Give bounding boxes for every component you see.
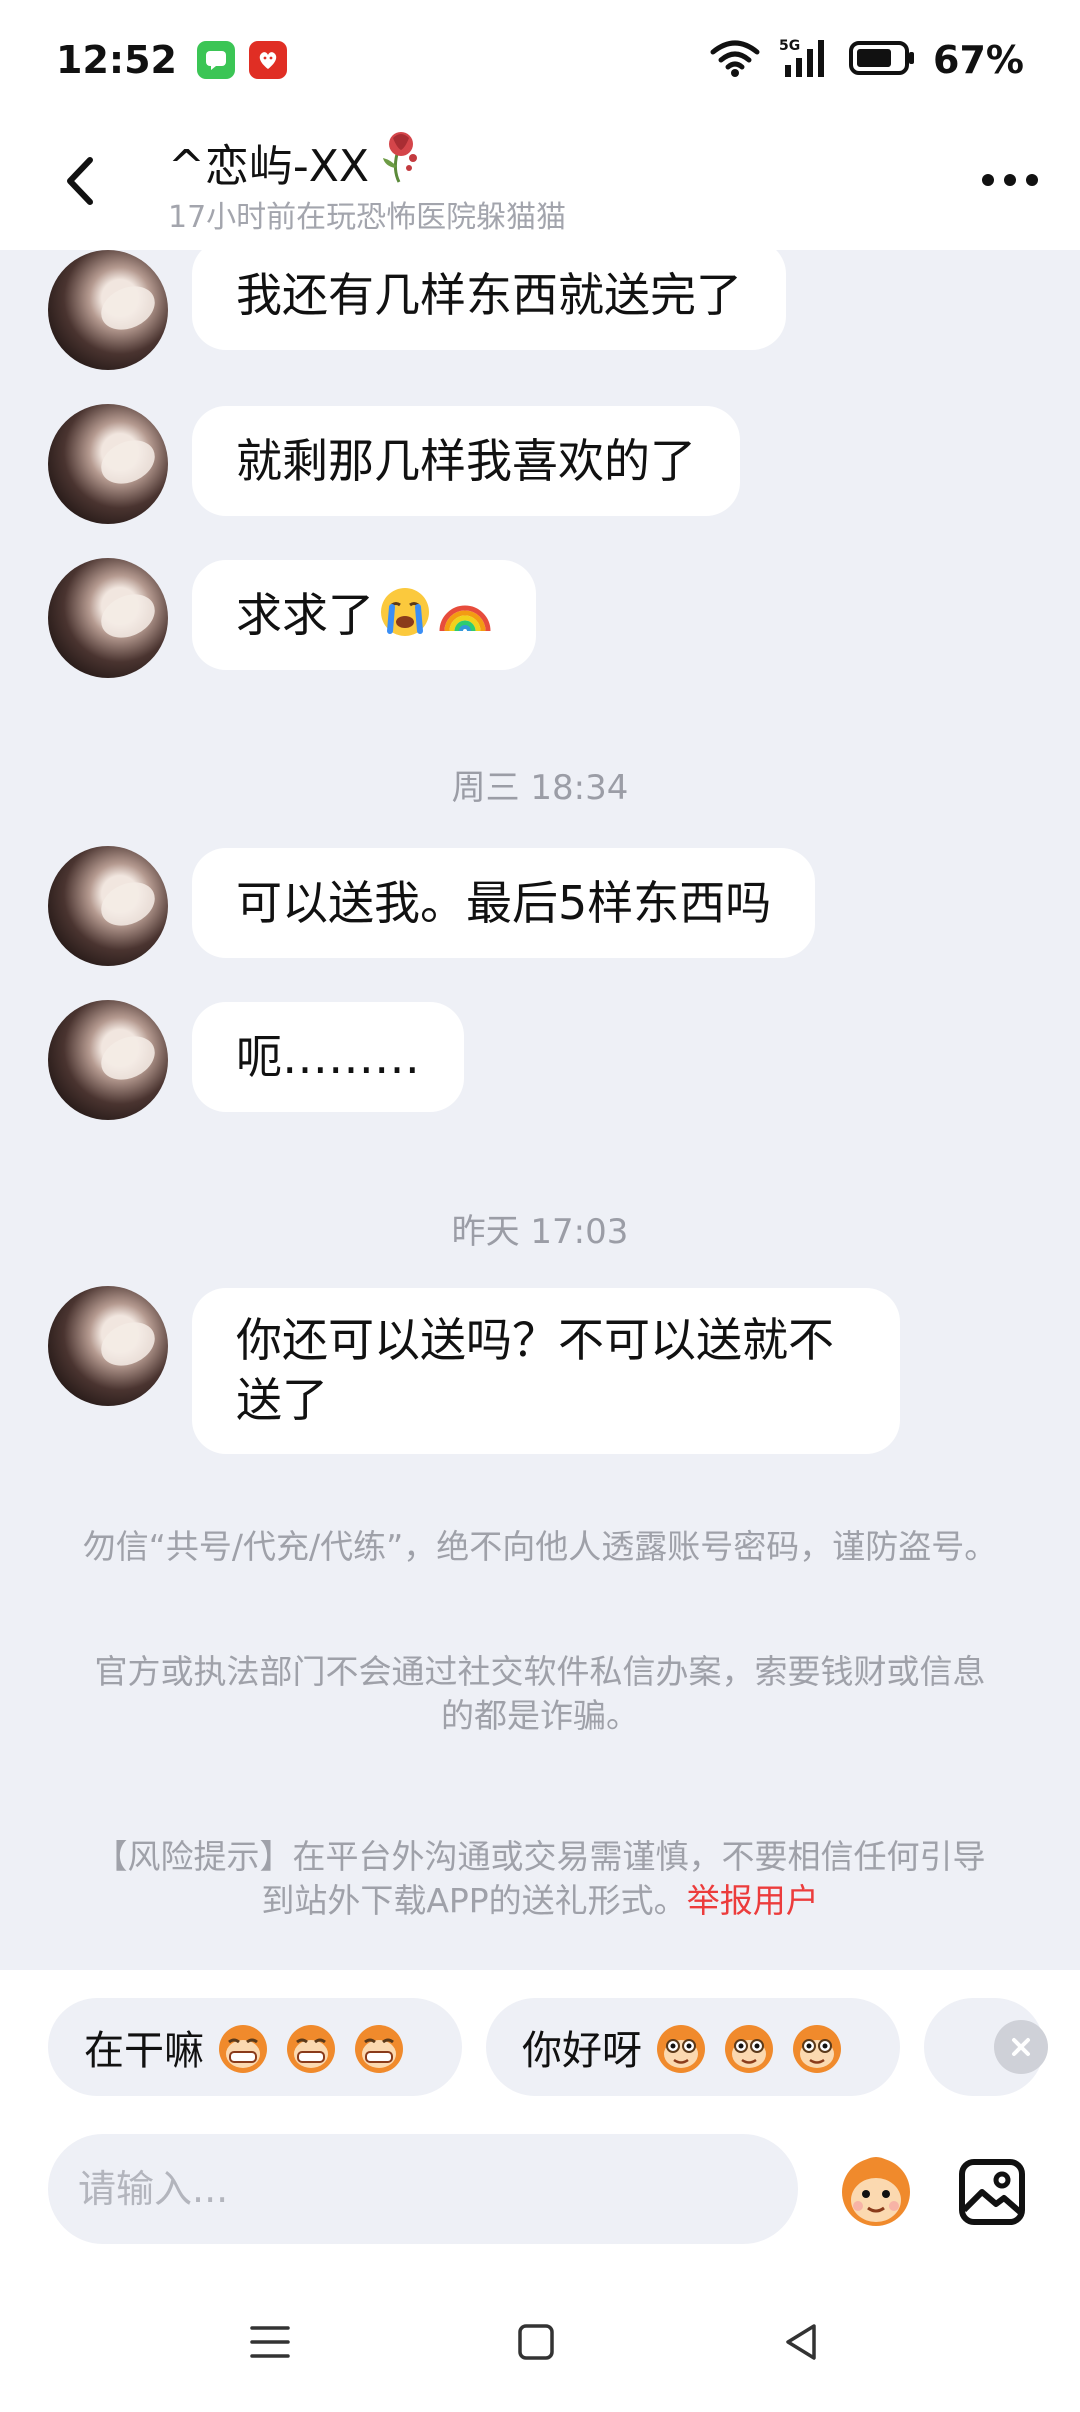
avatar[interactable] (48, 1000, 168, 1120)
smiling-monkey-icon (652, 2018, 846, 2076)
close-quick-replies-button[interactable] (994, 2020, 1048, 2074)
quick-reply-label: 你好呀 (522, 2028, 642, 2074)
image-icon (959, 2159, 1025, 2225)
timestamp: 昨天 17:03 (451, 1212, 629, 1252)
chat-area[interactable]: 我还有几样东西就送完了 就剩那几样我喜欢的了 求求了 周三 18:34 可以送我… (0, 250, 1080, 1970)
contact-name-row[interactable]: ^恋屿-XX (168, 128, 425, 195)
system-navigation-bar (0, 2270, 1080, 2412)
rainbow-icon (438, 585, 492, 653)
fraud-notice: 官方或执法部门不会通过社交软件私信办案，索要钱财或信息的都是诈骗。 (94, 1652, 986, 1735)
message-bubble[interactable]: 就剩那几样我喜欢的了 (192, 406, 740, 516)
back-triangle-icon (786, 2324, 816, 2360)
avatar[interactable] (48, 404, 168, 524)
grinning-monkey-icon (214, 2018, 408, 2076)
message-text: 就剩那几样我喜欢的了 (236, 434, 696, 488)
battery-percent: 67% (933, 38, 1024, 82)
quick-reply-label: 在干嘛 (84, 2028, 204, 2074)
message-input[interactable] (48, 2134, 798, 2244)
menu-icon (250, 2326, 290, 2358)
chevron-left-icon (67, 157, 93, 205)
contact-status: 17小时前在玩恐怖医院躲猫猫 (168, 200, 567, 235)
menu-nav-button[interactable] (240, 2312, 300, 2372)
message-bubble[interactable]: 我还有几样东西就送完了 (192, 250, 786, 350)
home-nav-button[interactable] (506, 2312, 566, 2372)
quick-reply-chip[interactable]: 在干嘛 (48, 1998, 462, 2096)
message-text: 我还有几样东西就送完了 (236, 268, 742, 322)
message-text: 求求了 (236, 588, 374, 642)
chat-header: ^恋屿-XX 17小时前在玩恐怖医院躲猫猫 (0, 120, 1080, 250)
avatar[interactable] (48, 558, 168, 678)
message-text: 可以送我。最后5样东西吗 (236, 876, 772, 930)
home-square-icon (518, 2324, 554, 2360)
wilted-rose-icon (375, 128, 425, 195)
input-bar (0, 2130, 1080, 2270)
wifi-icon (709, 38, 761, 82)
pinduoduo-app-icon (248, 41, 287, 79)
message-bubble[interactable]: 你还可以送吗？不可以送就不送了 (192, 1288, 900, 1454)
sticker-button[interactable] (832, 2134, 920, 2244)
more-horizontal-icon (982, 174, 1038, 186)
close-icon (1012, 2038, 1030, 2056)
image-button[interactable] (952, 2152, 1032, 2232)
message-bubble[interactable]: 呃……… (192, 1002, 464, 1112)
crying-face-icon (378, 585, 432, 653)
risk-tip-text: 【风险提示】在平台外沟通或交易需谨慎，不要相信任何引导到站外下载APP的送礼形式… (94, 1837, 986, 1920)
messages-app-icon (196, 41, 235, 79)
avatar[interactable] (48, 1286, 168, 1406)
avatar[interactable] (48, 846, 168, 966)
network-label: 5G (779, 38, 800, 54)
contact-name: ^恋屿-XX (168, 140, 370, 192)
battery-icon (849, 40, 915, 80)
message-bubble[interactable]: 求求了 (192, 560, 536, 670)
status-time: 12:52 (56, 38, 177, 82)
quick-reply-bar: 在干嘛 你好呀 (0, 1970, 1080, 2130)
monkey-sticker-icon (842, 2157, 910, 2226)
risk-tip: 【风险提示】在平台外沟通或交易需谨慎，不要相信任何引导到站外下载APP的送礼形式… (80, 1835, 1000, 1923)
status-bar: 12:52 5G 67% (0, 0, 1080, 120)
quick-reply-chip[interactable]: 你好呀 (486, 1998, 900, 2096)
back-button[interactable] (48, 146, 118, 216)
report-user-link[interactable]: 举报用户 (687, 1881, 819, 1920)
avatar[interactable] (48, 250, 168, 370)
more-options-button[interactable] (974, 160, 1046, 200)
message-text: 你还可以送吗？不可以送就不送了 (236, 1313, 834, 1427)
signal-5g-icon: 5G (779, 37, 831, 83)
back-nav-button[interactable] (772, 2312, 832, 2372)
security-notice: 勿信“共号/代充/代练”，绝不向他人透露账号密码，谨防盗号。 (82, 1527, 998, 1566)
timestamp: 周三 18:34 (451, 768, 629, 808)
message-bubble[interactable]: 可以送我。最后5样东西吗 (192, 848, 816, 958)
message-text: 呃……… (236, 1030, 420, 1084)
